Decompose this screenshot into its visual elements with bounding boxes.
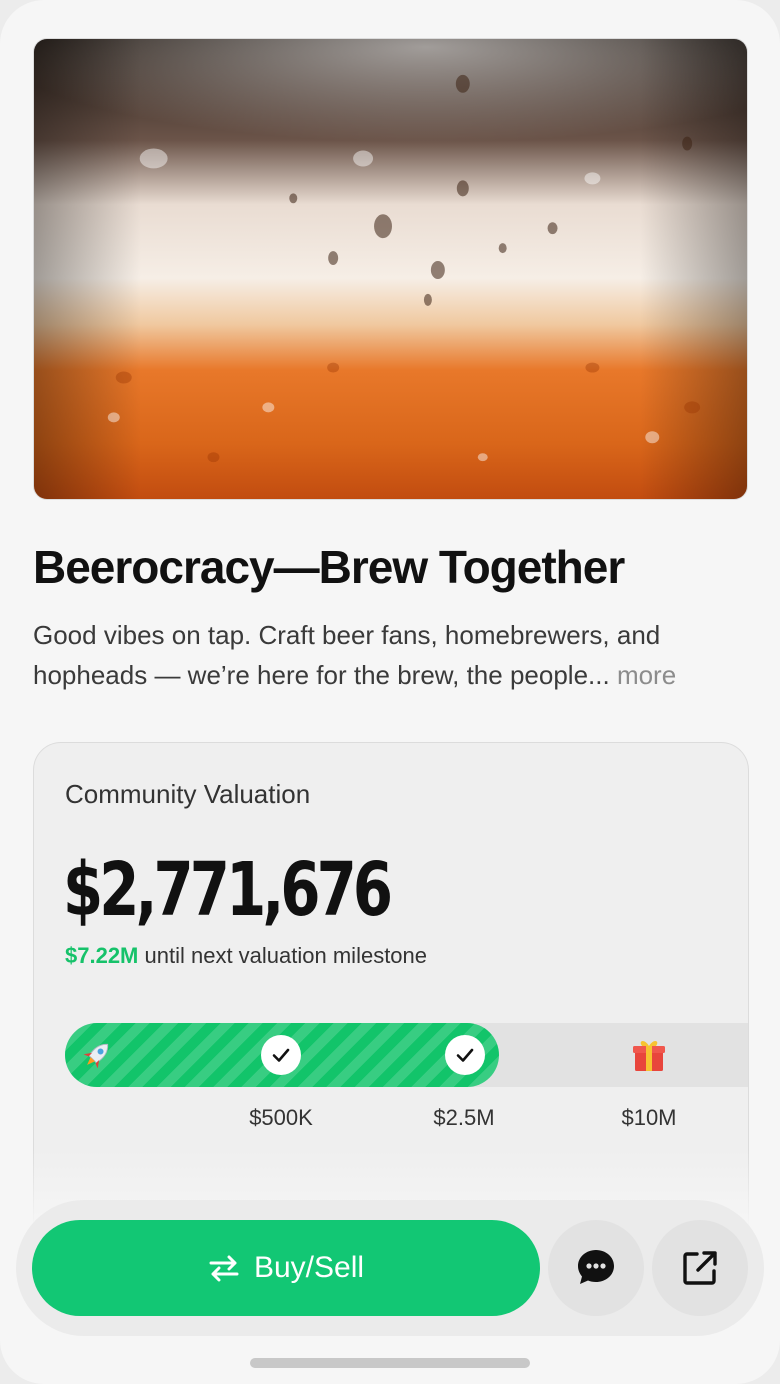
- share-icon: [683, 1251, 717, 1285]
- next-milestone-amount: $7.22M: [65, 943, 139, 968]
- community-title: Beerocracy—Brew Together: [33, 541, 625, 593]
- buy-sell-button[interactable]: Buy/Sell: [32, 1220, 540, 1316]
- gift-icon: [633, 1041, 665, 1071]
- beer-glass-photo: [34, 39, 747, 499]
- phone-screen: Beerocracy—Brew Together Good vibes on t…: [0, 0, 780, 1384]
- chat-button[interactable]: [548, 1220, 644, 1316]
- milestone-label: $2.5M: [433, 1105, 495, 1130]
- community-cover-image: [33, 38, 748, 500]
- chat-bubble-icon: [578, 1250, 614, 1284]
- next-milestone-caption: until next valuation milestone: [144, 943, 428, 968]
- milestone-label: $500K: [249, 1105, 313, 1130]
- community-description: Good vibes on tap. Craft beer fans, home…: [33, 615, 748, 695]
- milestone-check-icon-2-5m: [445, 1035, 485, 1075]
- valuation-label: Community Valuation: [65, 779, 311, 809]
- share-button[interactable]: [652, 1220, 748, 1316]
- swap-arrows-icon: [209, 1255, 239, 1282]
- more-link[interactable]: more: [617, 660, 676, 690]
- home-indicator[interactable]: [250, 1358, 530, 1368]
- next-milestone-text: $7.22M until next valuation milestone: [65, 943, 427, 969]
- description-text: Good vibes on tap. Craft beer fans, home…: [33, 620, 661, 690]
- rocket-icon: [83, 1043, 109, 1069]
- milestone-label: $10M: [621, 1105, 677, 1130]
- milestone-check-icon-500k: [261, 1035, 301, 1075]
- buy-sell-label: Buy/Sell: [253, 1251, 365, 1284]
- valuation-value: $2,771,676: [63, 847, 393, 933]
- valuation-progress-track: [65, 1023, 748, 1087]
